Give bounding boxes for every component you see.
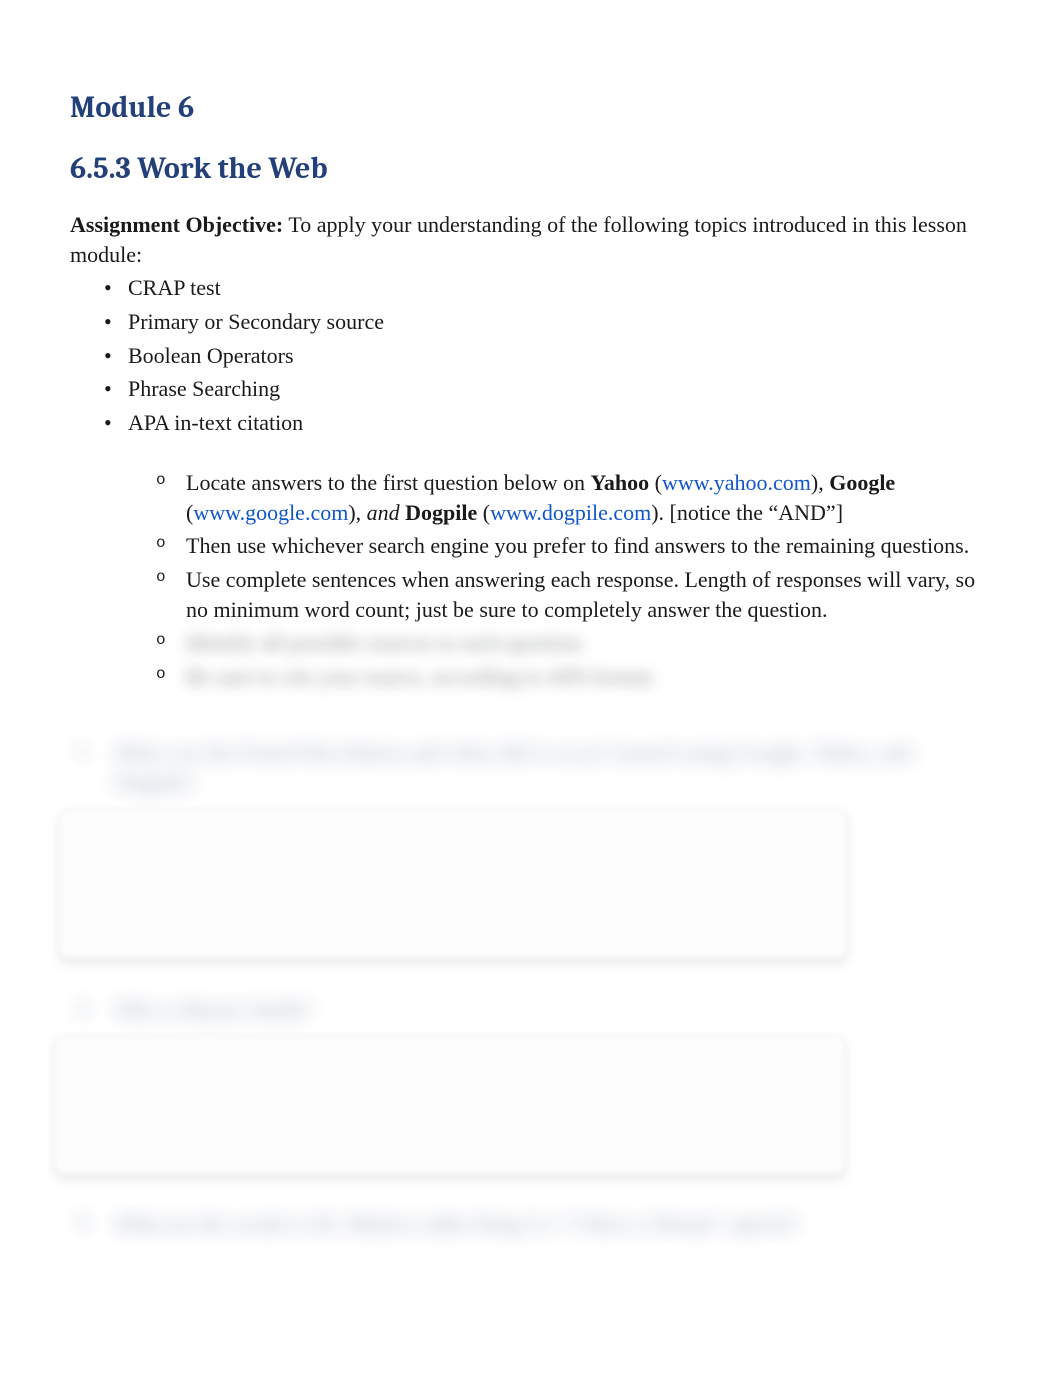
question-3-number: 3. [76,1209,96,1235]
question-2-row: 2. Who is Bayete Smith? [76,995,992,1025]
question-1-row: 1. What was the French Revolution and wh… [76,738,992,797]
bullet-apa-citation: APA in-text citation [70,408,992,438]
instructions-sublist: Locate answers to the first question bel… [156,468,992,692]
sub-item-complete-sentences: Use complete sentences when answering ea… [156,565,992,624]
sub1-google-close: ), [348,500,366,525]
bullet-phrase-searching: Phrase Searching [70,374,992,404]
module-heading: Module 6 [70,90,992,125]
sub-item-5-blurred-text: Be sure to cite your source, according t… [186,662,656,692]
sub1-yahoo-link[interactable]: www.yahoo.com [662,470,811,495]
bullet-crap-test: CRAP test [70,273,992,303]
answer-box-2[interactable] [54,1035,846,1175]
question-1-text: What was the French Revolution and when … [114,738,992,797]
sub-item-use-preferred-engine: Then use whichever search engine you pre… [156,531,992,561]
sub1-dogpile-open: ( [477,500,490,525]
sub1-pre: Locate answers to the first question bel… [186,470,590,495]
sub1-dogpile-link[interactable]: www.dogpile.com [490,500,651,525]
assignment-objective-label: Assignment Objective: [70,212,283,237]
sub-item-identify-sources-blurred: Identify all possible sources to each qu… [156,628,992,658]
question-3-row: 3. What are the words to Dr. Martin Luth… [76,1209,992,1239]
assignment-objective-paragraph: Assignment Objective: To apply your unde… [70,210,992,269]
sub1-google-link[interactable]: www.google.com [193,500,348,525]
sub1-yahoo-close: ), [811,470,829,495]
sub1-dogpile-bold: Dogpile [405,500,477,525]
sub1-yahoo-open: ( [649,470,662,495]
question-2-number: 2. [76,995,96,1021]
question-2-text: Who is Bayete Smith? [114,995,311,1025]
question-3-text: What are the words to Dr. Martin Luther … [114,1209,799,1239]
sub-item-locate-answers: Locate answers to the first question bel… [156,468,992,527]
answer-box-1[interactable] [58,809,848,959]
sub1-and-italic: and [367,500,400,525]
bullet-boolean-operators: Boolean Operators [70,341,992,371]
sub1-dogpile-close: ). [notice the “AND”] [651,500,843,525]
question-1-number: 1. [76,738,96,764]
sub-item-4-blurred-text: Identify all possible sources to each qu… [186,628,586,658]
bullet-primary-secondary: Primary or Secondary source [70,307,992,337]
sub-item-cite-source-blurred: Be sure to cite your source, according t… [156,662,992,692]
sub1-google-bold: Google [829,470,895,495]
topic-bullet-list: CRAP test Primary or Secondary source Bo… [70,273,992,437]
section-heading: 6.5.3 Work the Web [70,151,992,186]
sub1-yahoo-bold: Yahoo [590,470,649,495]
